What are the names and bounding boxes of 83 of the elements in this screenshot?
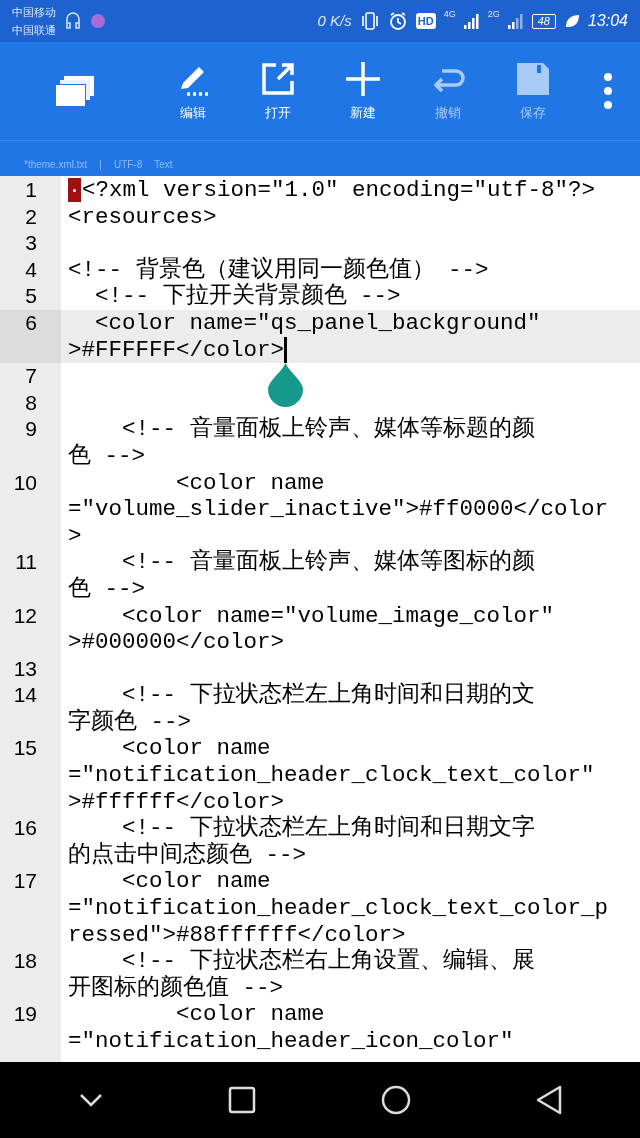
code-line: <resources>: [68, 203, 217, 231]
network-speed: 0 K/s: [317, 10, 352, 31]
chevron-down-icon: [78, 1093, 103, 1107]
network-type: 2G: [487, 8, 500, 21]
code-line: 色 -->: [68, 575, 145, 603]
code-line: >#ffffff</color>: [68, 788, 285, 815]
code-line: <!-- 音量面板上铃声、媒体等标题的颜: [121, 416, 535, 443]
line-number: 4: [24, 256, 38, 283]
headset-icon: [64, 11, 82, 31]
line-number: 2: [24, 203, 38, 230]
code-line: <!-- 下拉开关背景颜色 -->: [94, 283, 401, 310]
carrier-name: 中国联通: [12, 23, 56, 38]
network-type: 4G: [443, 8, 456, 21]
code-line: 字颜色 -->: [68, 708, 191, 736]
leaf-icon: [563, 13, 580, 29]
app-icon: [90, 13, 106, 29]
line-number: 17: [12, 868, 38, 895]
code-line: <color name: [121, 735, 271, 763]
more-vertical-icon: [602, 73, 613, 109]
triangle-back-icon: [535, 1085, 562, 1115]
code-line: <!-- 下拉状态栏左上角时间和日期文字: [121, 815, 535, 842]
line-number: 12: [12, 602, 38, 629]
code-line: <color name="qs_panel_background": [94, 309, 541, 337]
line-number: 5: [24, 283, 38, 310]
line-number: 14: [12, 682, 38, 709]
encoding-label: UTF-8: [113, 158, 143, 172]
recents-button[interactable]: [227, 1086, 256, 1114]
code-line: >: [68, 522, 82, 550]
line-number: 6: [0, 309, 61, 364]
code-line: ="notification_header_icon_color": [68, 1028, 514, 1055]
line-number: 3: [24, 230, 38, 257]
new-button[interactable]: 新建: [320, 59, 405, 123]
line-number: 16: [12, 815, 38, 842]
square-icon: [227, 1086, 256, 1114]
code-line: <!-- 下拉状态栏右上角设置、编辑、展: [121, 948, 535, 975]
home-button[interactable]: [380, 1085, 411, 1115]
code-line: <color name: [121, 868, 271, 896]
code-line: <?xml version="1.0" encoding="utf-8"?>: [82, 177, 596, 204]
line-number: 1: [24, 177, 38, 203]
line-number: 7: [24, 363, 38, 390]
code-line: ="volume_slider_inactive">#ff0000</color: [68, 496, 609, 523]
line-number: 19: [12, 1001, 38, 1028]
code-line: ="notification_header_clock_text_color": [68, 762, 595, 789]
alarm-clock-icon: [387, 11, 408, 31]
code-line: <color name: [175, 1001, 325, 1029]
line-number: 8: [24, 389, 38, 416]
code-editor[interactable]: [0, 176, 640, 1062]
line-number: 10: [12, 469, 38, 496]
edit-button[interactable]: 编辑: [150, 59, 235, 123]
code-line: <color name="volume_image_color": [121, 602, 555, 630]
stacked-windows-icon: [56, 76, 94, 106]
code-line: <color name: [175, 469, 325, 497]
line-number: 11: [14, 549, 38, 576]
separator-text: |: [99, 158, 102, 172]
line-number: 9: [24, 416, 38, 443]
code-line: <!-- 音量面板上铃声、媒体等图标的颜: [121, 549, 535, 576]
code-line: 的点击中间态颜色 -->: [68, 841, 306, 869]
code-line: <!-- 背景色（建议用同一颜色值） -->: [68, 256, 489, 283]
carrier-name: 中国移动: [12, 5, 56, 20]
signal-icon: [463, 13, 480, 29]
file-type-label: Text: [154, 158, 173, 172]
line-number: 15: [12, 735, 38, 762]
battery-indicator: 48: [531, 13, 556, 29]
line-number: 18: [12, 948, 38, 975]
code-line: 开图标的颜色值 -->: [68, 974, 283, 1002]
code-line: >#FFFFFF</color>: [68, 336, 285, 364]
code-line: <!-- 下拉状态栏左上角时间和日期的文: [121, 682, 535, 709]
signal-icon: [507, 13, 524, 29]
clock-time: 13:04: [587, 11, 628, 31]
hd-badge: HD: [415, 13, 436, 29]
circle-icon: [380, 1085, 411, 1115]
line-number: 13: [12, 655, 38, 682]
open-button[interactable]: 打开: [235, 59, 320, 123]
code-line: ="notification_header_clock_text_color_p: [68, 895, 609, 922]
collapse-button[interactable]: [78, 1093, 103, 1107]
cursor-handle-icon[interactable]: [268, 362, 304, 407]
code-line: >#000000</color>: [68, 629, 285, 656]
vibrate-icon: [359, 11, 380, 31]
code-line: 色 -->: [68, 442, 145, 470]
back-button[interactable]: [535, 1085, 562, 1115]
bom-marker-icon: [68, 178, 81, 203]
code-line: ressed">#88ffffff</color>: [68, 921, 406, 948]
file-name: *theme.xml.txt: [24, 158, 88, 172]
